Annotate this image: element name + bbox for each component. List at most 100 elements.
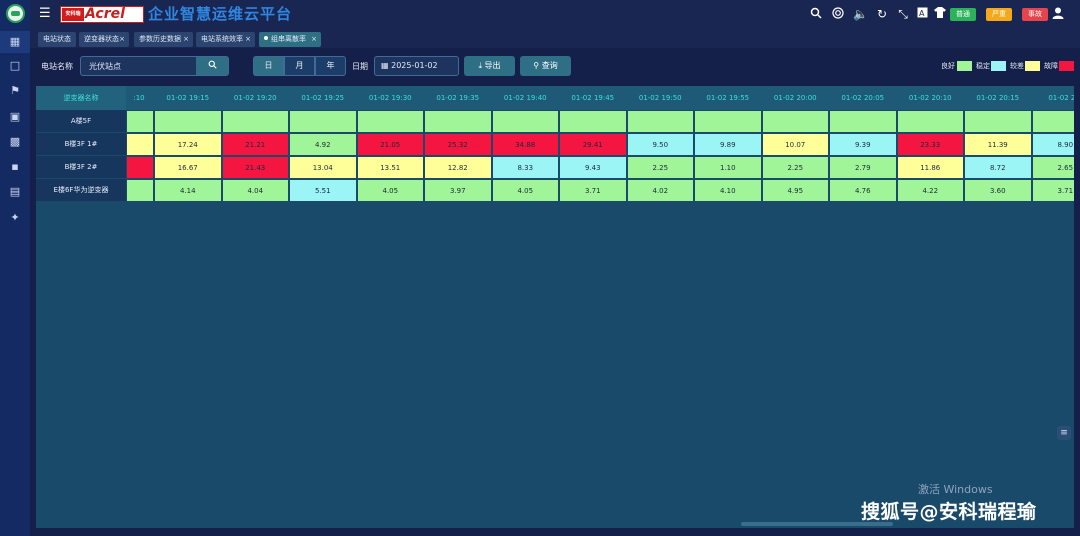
font-size-icon[interactable]: A bbox=[915, 7, 929, 21]
time-column-header: 01-02 19:30 bbox=[368, 94, 412, 102]
dispersion-cell bbox=[289, 110, 357, 133]
search-icon[interactable] bbox=[809, 7, 823, 21]
close-icon[interactable]: × bbox=[311, 32, 317, 47]
shirt-icon[interactable] bbox=[933, 7, 947, 21]
user-icon[interactable] bbox=[1051, 7, 1065, 21]
dispersion-cell: 11.39 bbox=[964, 133, 1032, 156]
brand-mark: 安科瑞 bbox=[62, 8, 84, 21]
dispersion-cell: 12.82 bbox=[424, 156, 492, 179]
close-icon[interactable]: × bbox=[245, 32, 251, 47]
flag-icon[interactable]: ⚑ bbox=[8, 85, 22, 97]
dispersion-cell bbox=[1031, 110, 1074, 133]
tools-icon[interactable]: ✦ bbox=[8, 212, 22, 224]
time-column-header: 01-02 20:10 bbox=[908, 94, 952, 102]
alarm-badge-severe[interactable]: 严重 bbox=[986, 8, 1012, 21]
legend-label-stable: 稳定 bbox=[976, 62, 990, 70]
export-button[interactable]: ⤓ 导出 bbox=[464, 56, 515, 76]
search-icon: ⚲ bbox=[533, 61, 540, 70]
tab-inverter-status[interactable]: 逆变器状态 × bbox=[79, 32, 129, 47]
station-input[interactable] bbox=[81, 57, 197, 75]
dispersion-cell bbox=[127, 110, 154, 133]
dispersion-cell bbox=[559, 110, 627, 133]
inverter-name: A楼5F bbox=[36, 110, 126, 133]
station-search-button[interactable] bbox=[196, 57, 228, 75]
alarm-badge-accident[interactable]: 事故 bbox=[1022, 8, 1048, 21]
monitor-grid-icon[interactable]: ▦ bbox=[0, 31, 30, 53]
dispersion-cell bbox=[356, 110, 424, 133]
tab-parameter-history[interactable]: 参数历史数据 × bbox=[134, 32, 193, 47]
dispersion-cell: 10.07 bbox=[761, 133, 829, 156]
dispersion-cell: 3.71 bbox=[559, 179, 627, 201]
tab-station-status[interactable]: 电站状态 bbox=[38, 32, 76, 47]
document-icon[interactable]: ▪ bbox=[8, 161, 22, 173]
dispersion-grid[interactable]: :10 01-02 19:15 01-02 19:20 01-02 19:25 01-0… bbox=[127, 86, 1074, 201]
inverter-name: B楼3F 1# bbox=[36, 133, 126, 156]
tab-label: 电站状态 bbox=[43, 35, 71, 43]
legend-label-fault: 故障 bbox=[1044, 62, 1058, 70]
tab-label: 组串离散率 bbox=[271, 35, 306, 43]
time-column-header: 01-02 20:05 bbox=[841, 94, 885, 102]
time-column-header: 01-02 19:55 bbox=[706, 94, 750, 102]
book-icon[interactable]: □ bbox=[8, 60, 22, 72]
dispersion-cell: 21.21 bbox=[221, 133, 289, 156]
dispersion-cell bbox=[964, 110, 1032, 133]
period-day-button[interactable]: 日 bbox=[253, 56, 284, 76]
dispersion-cell: 9.50 bbox=[626, 133, 694, 156]
period-year-button[interactable]: 年 bbox=[315, 56, 346, 76]
dispersion-cell bbox=[424, 110, 492, 133]
dispersion-cell bbox=[829, 110, 897, 133]
dispersion-cell: 4.05 bbox=[356, 179, 424, 201]
dispersion-cell bbox=[127, 156, 154, 179]
site-watermark: 搜狐号@安科瑞程瑜 bbox=[861, 501, 1037, 523]
tab-label: 电站系统效率 bbox=[201, 35, 243, 43]
dispersion-cell: 13.04 bbox=[289, 156, 357, 179]
dispersion-cell: 8.33 bbox=[491, 156, 559, 179]
inverter-name: E楼6F华为逆变器 bbox=[36, 179, 126, 202]
svg-text:A: A bbox=[919, 9, 925, 18]
station-selector bbox=[80, 56, 229, 76]
time-column-header: 01-02 20: bbox=[1048, 94, 1074, 102]
query-button[interactable]: ⚲ 查询 bbox=[520, 56, 571, 76]
dispersion-cell: 21.05 bbox=[356, 133, 424, 156]
dispersion-cell: 9.39 bbox=[829, 133, 897, 156]
tab-system-efficiency[interactable]: 电站系统效率 × bbox=[196, 32, 255, 47]
tab-string-dispersion[interactable]: 组串离散率 × bbox=[259, 32, 321, 47]
time-column-header: 01-02 19:50 bbox=[638, 94, 682, 102]
report-icon[interactable]: ▤ bbox=[8, 186, 22, 198]
refresh-icon[interactable]: ↻ bbox=[875, 7, 889, 21]
active-dot-icon bbox=[264, 36, 268, 40]
date-value: 2025-01-02 bbox=[391, 61, 438, 70]
windows-activation-watermark: 激活 Windows bbox=[918, 483, 993, 496]
legend-swatch-stable bbox=[991, 61, 1006, 71]
time-column-header: 01-02 19:20 bbox=[233, 94, 277, 102]
left-nav-rail: ▦ □ ⚑ ▣ ▩ ▪ ▤ ✦ bbox=[0, 0, 30, 536]
period-month-button[interactable]: 月 bbox=[284, 56, 315, 76]
table-icon[interactable]: ▣ bbox=[8, 111, 22, 123]
station-label: 电站名称 bbox=[41, 62, 73, 71]
chart-icon[interactable]: ▩ bbox=[8, 136, 22, 148]
dispersion-cell: 17.24 bbox=[154, 133, 222, 156]
dispersion-cell: 29.41 bbox=[559, 133, 627, 156]
legend-label-poor: 较差 bbox=[1010, 62, 1024, 70]
top-header: ☰ 安科瑞 Acrel 企业智慧运维云平台 🔈 ↻ ⤡ A 普通 严重 事故 bbox=[30, 0, 1080, 30]
dispersion-cell: 2.65 bbox=[1031, 156, 1074, 179]
settings-sliders-icon[interactable]: ≡ bbox=[1057, 426, 1071, 440]
fullscreen-icon[interactable]: ⤡ bbox=[896, 7, 910, 21]
legend-label-good: 良好 bbox=[941, 62, 955, 70]
dispersion-cell: 5.51 bbox=[289, 179, 357, 201]
alarm-badge-normal[interactable]: 普通 bbox=[950, 8, 976, 21]
platform-title: 企业智慧运维云平台 bbox=[148, 5, 293, 23]
date-picker[interactable]: ▦ 2025-01-02 bbox=[374, 56, 459, 76]
dispersion-cell: 13.51 bbox=[356, 156, 424, 179]
close-icon[interactable]: × bbox=[183, 32, 189, 47]
volume-icon[interactable]: 🔈 bbox=[853, 7, 868, 21]
menu-toggle-icon[interactable]: ☰ bbox=[39, 7, 51, 20]
close-icon[interactable]: × bbox=[119, 32, 125, 47]
target-icon[interactable] bbox=[831, 7, 845, 21]
time-column-header: 01-02 19:25 bbox=[301, 94, 345, 102]
dispersion-cell: 11.86 bbox=[896, 156, 964, 179]
dispersion-cell: 8.72 bbox=[964, 156, 1032, 179]
brand-name: Acrel bbox=[85, 6, 125, 22]
dispersion-cell bbox=[626, 110, 694, 133]
time-column-header: 01-02 19:15 bbox=[166, 94, 210, 102]
